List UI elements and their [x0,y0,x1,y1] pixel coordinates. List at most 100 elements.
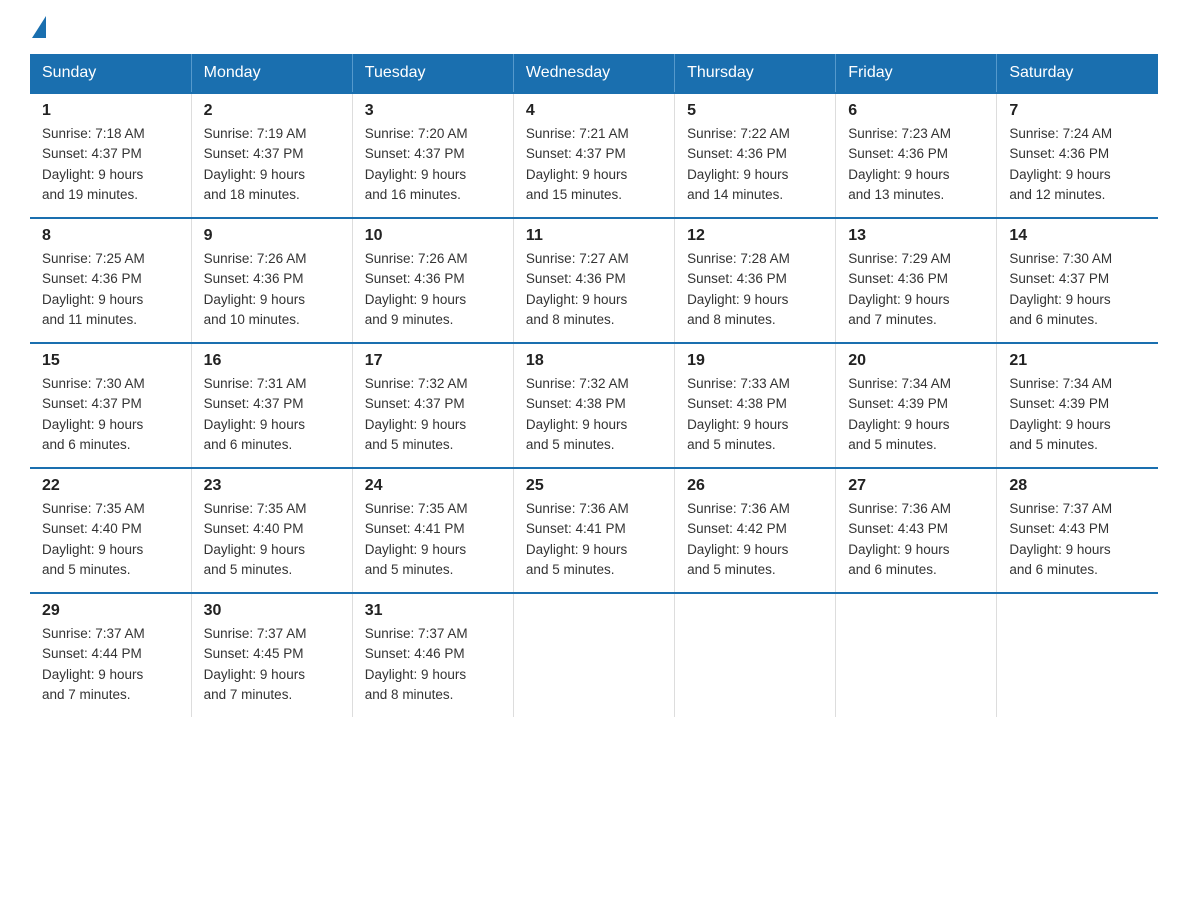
day-info: Sunrise: 7:34 AMSunset: 4:39 PMDaylight:… [1009,374,1146,455]
header-friday: Friday [836,54,997,93]
calendar-header-row: SundayMondayTuesdayWednesdayThursdayFrid… [30,54,1158,93]
day-number: 24 [365,477,501,495]
day-info: Sunrise: 7:19 AMSunset: 4:37 PMDaylight:… [204,124,340,205]
day-number: 8 [42,227,179,245]
day-info: Sunrise: 7:31 AMSunset: 4:37 PMDaylight:… [204,374,340,455]
calendar-cell: 13 Sunrise: 7:29 AMSunset: 4:36 PMDayligh… [836,218,997,343]
calendar-cell: 18 Sunrise: 7:32 AMSunset: 4:38 PMDayligh… [513,343,674,468]
calendar-cell: 20 Sunrise: 7:34 AMSunset: 4:39 PMDayligh… [836,343,997,468]
calendar-cell: 7 Sunrise: 7:24 AMSunset: 4:36 PMDaylight… [997,93,1158,218]
calendar-cell: 10Sunrise: 7:26 AMSunset: 4:36 PMDayligh… [352,218,513,343]
header-thursday: Thursday [675,54,836,93]
day-number: 27 [848,477,984,495]
day-number: 17 [365,352,501,370]
day-info: Sunrise: 7:36 AMSunset: 4:42 PMDaylight:… [687,499,823,580]
day-number: 14 [1009,227,1146,245]
calendar-cell: 6Sunrise: 7:23 AMSunset: 4:36 PMDaylight… [836,93,997,218]
day-info: Sunrise: 7:33 AMSunset: 4:38 PMDaylight:… [687,374,823,455]
calendar-cell: 30 Sunrise: 7:37 AMSunset: 4:45 PMDayligh… [191,593,352,717]
calendar-cell: 5Sunrise: 7:22 AMSunset: 4:36 PMDaylight… [675,93,836,218]
calendar-cell: 12 Sunrise: 7:28 AMSunset: 4:36 PMDayligh… [675,218,836,343]
day-info: Sunrise: 7:32 AMSunset: 4:37 PMDaylight:… [365,374,501,455]
day-number: 3 [365,102,501,120]
logo [30,20,46,36]
calendar-cell: 25 Sunrise: 7:36 AMSunset: 4:41 PMDayligh… [513,468,674,593]
day-number: 20 [848,352,984,370]
header-monday: Monday [191,54,352,93]
day-number: 29 [42,602,179,620]
week-row-4: 22 Sunrise: 7:35 AMSunset: 4:40 PMDayligh… [30,468,1158,593]
day-info: Sunrise: 7:37 AMSunset: 4:44 PMDaylight:… [42,624,179,705]
header-tuesday: Tuesday [352,54,513,93]
week-row-2: 8Sunrise: 7:25 AMSunset: 4:36 PMDaylight… [30,218,1158,343]
calendar-cell: 29 Sunrise: 7:37 AMSunset: 4:44 PMDayligh… [30,593,191,717]
week-row-1: 1 Sunrise: 7:18 AMSunset: 4:37 PMDaylight… [30,93,1158,218]
calendar-cell: 17 Sunrise: 7:32 AMSunset: 4:37 PMDayligh… [352,343,513,468]
day-info: Sunrise: 7:36 AMSunset: 4:41 PMDaylight:… [526,499,662,580]
calendar-cell [675,593,836,717]
day-info: Sunrise: 7:20 AMSunset: 4:37 PMDaylight:… [365,124,501,205]
calendar-cell: 31 Sunrise: 7:37 AMSunset: 4:46 PMDayligh… [352,593,513,717]
day-info: Sunrise: 7:37 AMSunset: 4:46 PMDaylight:… [365,624,501,705]
page-header [30,20,1158,36]
calendar-cell: 3 Sunrise: 7:20 AMSunset: 4:37 PMDaylight… [352,93,513,218]
calendar-cell [836,593,997,717]
calendar-cell: 16Sunrise: 7:31 AMSunset: 4:37 PMDayligh… [191,343,352,468]
calendar-cell: 1 Sunrise: 7:18 AMSunset: 4:37 PMDaylight… [30,93,191,218]
day-number: 12 [687,227,823,245]
day-info: Sunrise: 7:18 AMSunset: 4:37 PMDaylight:… [42,124,179,205]
calendar-cell: 15 Sunrise: 7:30 AMSunset: 4:37 PMDayligh… [30,343,191,468]
day-info: Sunrise: 7:35 AMSunset: 4:41 PMDaylight:… [365,499,501,580]
day-info: Sunrise: 7:37 AMSunset: 4:43 PMDaylight:… [1009,499,1146,580]
calendar-cell [513,593,674,717]
day-number: 22 [42,477,179,495]
calendar-cell: 24 Sunrise: 7:35 AMSunset: 4:41 PMDayligh… [352,468,513,593]
day-number: 26 [687,477,823,495]
day-number: 31 [365,602,501,620]
calendar-cell: 19 Sunrise: 7:33 AMSunset: 4:38 PMDayligh… [675,343,836,468]
day-number: 30 [204,602,340,620]
day-info: Sunrise: 7:27 AMSunset: 4:36 PMDaylight:… [526,249,662,330]
day-number: 2 [204,102,340,120]
day-info: Sunrise: 7:22 AMSunset: 4:36 PMDaylight:… [687,124,823,205]
day-number: 19 [687,352,823,370]
calendar-cell: 27Sunrise: 7:36 AMSunset: 4:43 PMDayligh… [836,468,997,593]
week-row-5: 29 Sunrise: 7:37 AMSunset: 4:44 PMDayligh… [30,593,1158,717]
calendar-cell: 23 Sunrise: 7:35 AMSunset: 4:40 PMDayligh… [191,468,352,593]
day-info: Sunrise: 7:30 AMSunset: 4:37 PMDaylight:… [1009,249,1146,330]
calendar-cell: 22Sunrise: 7:35 AMSunset: 4:40 PMDayligh… [30,468,191,593]
day-info: Sunrise: 7:21 AMSunset: 4:37 PMDaylight:… [526,124,662,205]
day-number: 18 [526,352,662,370]
day-info: Sunrise: 7:37 AMSunset: 4:45 PMDaylight:… [204,624,340,705]
day-info: Sunrise: 7:24 AMSunset: 4:36 PMDaylight:… [1009,124,1146,205]
day-info: Sunrise: 7:32 AMSunset: 4:38 PMDaylight:… [526,374,662,455]
logo-triangle-icon [32,16,46,38]
day-info: Sunrise: 7:26 AMSunset: 4:36 PMDaylight:… [204,249,340,330]
calendar-cell: 21 Sunrise: 7:34 AMSunset: 4:39 PMDayligh… [997,343,1158,468]
day-number: 9 [204,227,340,245]
day-info: Sunrise: 7:23 AMSunset: 4:36 PMDaylight:… [848,124,984,205]
day-info: Sunrise: 7:30 AMSunset: 4:37 PMDaylight:… [42,374,179,455]
day-number: 28 [1009,477,1146,495]
calendar-cell: 2 Sunrise: 7:19 AMSunset: 4:37 PMDaylight… [191,93,352,218]
calendar-cell: 4Sunrise: 7:21 AMSunset: 4:37 PMDaylight… [513,93,674,218]
day-number: 1 [42,102,179,120]
header-saturday: Saturday [997,54,1158,93]
calendar-cell: 26 Sunrise: 7:36 AMSunset: 4:42 PMDayligh… [675,468,836,593]
day-info: Sunrise: 7:28 AMSunset: 4:36 PMDaylight:… [687,249,823,330]
calendar-cell: 8Sunrise: 7:25 AMSunset: 4:36 PMDaylight… [30,218,191,343]
day-number: 21 [1009,352,1146,370]
calendar-table: SundayMondayTuesdayWednesdayThursdayFrid… [30,54,1158,717]
day-number: 7 [1009,102,1146,120]
day-info: Sunrise: 7:34 AMSunset: 4:39 PMDaylight:… [848,374,984,455]
day-number: 15 [42,352,179,370]
calendar-cell: 14 Sunrise: 7:30 AMSunset: 4:37 PMDayligh… [997,218,1158,343]
day-info: Sunrise: 7:29 AMSunset: 4:36 PMDaylight:… [848,249,984,330]
day-number: 23 [204,477,340,495]
calendar-cell: 28 Sunrise: 7:37 AMSunset: 4:43 PMDayligh… [997,468,1158,593]
day-number: 25 [526,477,662,495]
day-number: 11 [526,227,662,245]
day-number: 10 [365,227,501,245]
day-number: 13 [848,227,984,245]
day-info: Sunrise: 7:35 AMSunset: 4:40 PMDaylight:… [204,499,340,580]
